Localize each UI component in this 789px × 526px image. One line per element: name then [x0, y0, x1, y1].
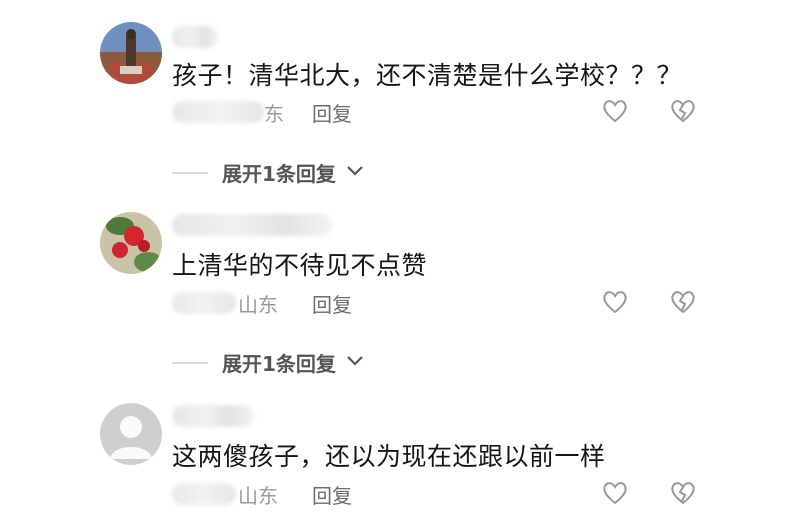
- location-blurred: [172, 292, 236, 314]
- comment-text: 这两傻孩子，还以为现在还跟以前一样: [172, 442, 606, 471]
- comment-text: 上清华的不待见不点赞: [172, 251, 428, 280]
- broken-heart-icon[interactable]: [668, 478, 698, 508]
- broken-heart-icon[interactable]: [668, 96, 698, 126]
- avatar[interactable]: [100, 22, 162, 84]
- reply-button[interactable]: 回复: [312, 98, 352, 127]
- chevron-down-icon: [347, 356, 363, 366]
- heart-outline-icon[interactable]: [600, 96, 630, 126]
- username-blurred[interactable]: [172, 26, 218, 48]
- expand-replies-label: 展开1条回复: [222, 352, 336, 376]
- broken-heart-icon[interactable]: [668, 287, 698, 317]
- divider-line: [172, 362, 208, 364]
- comment-text: 孩子！清华北大，还不清楚是什么学校？？？: [172, 61, 683, 90]
- avatar[interactable]: [100, 403, 162, 465]
- reply-button[interactable]: 回复: [312, 289, 352, 318]
- heart-outline-icon[interactable]: [600, 478, 630, 508]
- heart-outline-icon[interactable]: [600, 287, 630, 317]
- avatar[interactable]: [100, 212, 162, 274]
- comment-meta: 东 回复: [172, 98, 732, 126]
- expand-replies-button[interactable]: 展开1条回复: [172, 158, 472, 186]
- chevron-down-icon: [347, 166, 363, 176]
- reply-button[interactable]: 回复: [312, 480, 352, 509]
- location-blurred: [172, 101, 264, 123]
- divider-line: [172, 172, 208, 174]
- comment-meta: 山东 回复: [172, 480, 732, 508]
- expand-replies-button[interactable]: 展开1条回复: [172, 348, 472, 376]
- username-blurred[interactable]: [172, 214, 332, 236]
- location-blurred: [172, 483, 236, 505]
- expand-replies-label: 展开1条回复: [222, 162, 336, 186]
- ip-location: 山东: [238, 293, 278, 317]
- ip-location: 东: [264, 102, 284, 126]
- comment-meta: 山东 回复: [172, 289, 732, 317]
- username-blurred[interactable]: [172, 405, 254, 427]
- ip-location: 山东: [238, 484, 278, 508]
